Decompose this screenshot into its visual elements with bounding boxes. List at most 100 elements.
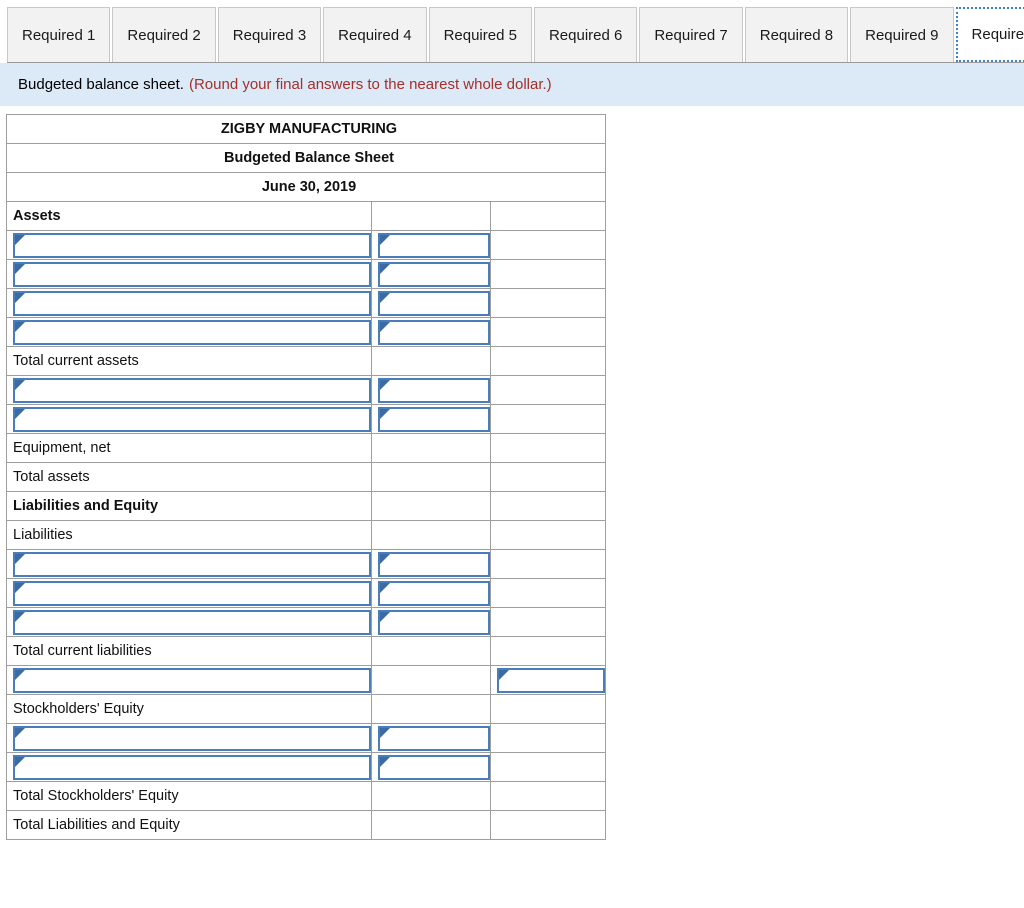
amount-input-cell-col2[interactable] <box>371 230 491 260</box>
account-name-input[interactable] <box>13 609 371 635</box>
amount-input-col2[interactable] <box>378 580 490 606</box>
instruction-rounding-note: (Round your final answers to the nearest… <box>188 76 552 93</box>
amount-input-col2[interactable] <box>378 551 490 577</box>
account-name-input[interactable] <box>13 290 371 316</box>
amount-cell-col3 <box>489 404 607 434</box>
amount-input-cell-col2[interactable] <box>371 317 491 347</box>
amount-input-col3[interactable] <box>497 667 606 693</box>
account-name-input-cell[interactable] <box>6 665 372 695</box>
triangle-marker-icon <box>380 263 390 274</box>
triangle-marker-icon <box>15 263 25 274</box>
account-name-input-cell[interactable] <box>6 288 372 318</box>
amount-input-col2[interactable] <box>378 261 490 287</box>
amount-input-cell-col2[interactable] <box>371 259 491 289</box>
tab-required-5[interactable]: Required 5 <box>428 7 532 62</box>
account-name-input[interactable] <box>13 725 371 751</box>
account-name-input-cell[interactable] <box>6 404 372 434</box>
tab-required-4[interactable]: Required 4 <box>323 7 427 62</box>
account-name-input[interactable] <box>13 261 371 287</box>
required-tabs: Required 1 Required 2 Required 3 Required 4… <box>7 7 1024 63</box>
tab-required-10[interactable]: Required 10 <box>955 7 1024 62</box>
statement-date-cell: June 30, 2019 <box>5 172 607 202</box>
table-row <box>6 375 607 405</box>
amount-cell-col3 <box>489 462 607 492</box>
table-row <box>6 230 607 260</box>
triangle-marker-icon <box>15 582 25 593</box>
account-name-input-cell[interactable] <box>6 259 372 289</box>
triangle-marker-icon <box>15 553 25 564</box>
account-name-input-cell[interactable] <box>6 723 372 753</box>
table-row <box>6 752 607 782</box>
amount-cell-col2 <box>371 462 491 492</box>
sheet-title-row-statement: Budgeted Balance Sheet <box>5 143 607 173</box>
amount-input-col2[interactable] <box>378 406 490 432</box>
triangle-marker-icon <box>15 669 25 680</box>
amount-cell-col2 <box>371 346 491 376</box>
tab-required-9[interactable]: Required 9 <box>850 7 954 62</box>
amount-cell-col3 <box>489 317 607 347</box>
table-row: Total current liabilities <box>6 636 607 666</box>
amount-input-col2[interactable] <box>378 725 490 751</box>
account-name-input-cell[interactable] <box>6 317 372 347</box>
tab-required-8[interactable]: Required 8 <box>744 7 849 62</box>
account-name-input[interactable] <box>13 377 371 403</box>
account-name-input-cell[interactable] <box>6 578 372 608</box>
amount-input-col2[interactable] <box>378 290 490 316</box>
amount-input-col2[interactable] <box>378 319 490 345</box>
row-label-cell: Total current assets <box>6 346 372 376</box>
amount-input-cell-col2[interactable] <box>371 404 491 434</box>
amount-input-cell-col2[interactable] <box>371 288 491 318</box>
amount-input-col2[interactable] <box>378 232 490 258</box>
account-name-input[interactable] <box>13 754 371 780</box>
account-name-input[interactable] <box>13 232 371 258</box>
amount-cell-col3 <box>489 520 607 550</box>
amount-input-col2[interactable] <box>378 377 490 403</box>
amount-input-cell-col2[interactable] <box>371 549 491 579</box>
amount-input-cell-col2[interactable] <box>371 375 491 405</box>
account-name-input[interactable] <box>13 406 371 432</box>
amount-input-cell-col2[interactable] <box>371 723 491 753</box>
amount-cell-col3 <box>489 259 607 289</box>
row-label-cell: Total Stockholders' Equity <box>6 781 372 811</box>
tab-required-7[interactable]: Required 7 <box>639 7 743 62</box>
account-name-input-cell[interactable] <box>6 375 372 405</box>
triangle-marker-icon <box>380 379 390 390</box>
amount-input-cell-col3[interactable] <box>489 665 607 695</box>
tab-label: Required 3 <box>232 26 307 44</box>
triangle-marker-icon <box>15 321 25 332</box>
tab-required-2[interactable]: Required 2 <box>112 7 216 62</box>
amount-cell-col3 <box>489 201 607 231</box>
tab-required-6[interactable]: Required 6 <box>533 7 638 62</box>
amount-cell-col3 <box>489 694 607 724</box>
account-name-input[interactable] <box>13 551 371 577</box>
row-label-cell: Total assets <box>6 462 372 492</box>
account-name-input[interactable] <box>13 319 371 345</box>
account-name-input[interactable] <box>13 580 371 606</box>
account-name-input[interactable] <box>13 667 371 693</box>
instruction-bar: Budgeted balance sheet. (Round your fina… <box>0 63 1024 106</box>
tab-required-3[interactable]: Required 3 <box>217 7 322 62</box>
amount-input-col2[interactable] <box>378 609 490 635</box>
amount-cell-col3 <box>489 578 607 608</box>
table-row: Total current assets <box>6 346 607 376</box>
row-label-cell: Total Liabilities and Equity <box>6 810 372 840</box>
amount-input-col2[interactable] <box>378 754 490 780</box>
tab-label: Required 1 <box>22 26 96 44</box>
budgeted-balance-sheet-table: ZIGBY MANUFACTURING Budgeted Balance She… <box>5 114 607 840</box>
triangle-marker-icon <box>15 756 25 767</box>
amount-input-cell-col2[interactable] <box>371 607 491 637</box>
row-label-cell: Liabilities <box>6 520 372 550</box>
account-name-input-cell[interactable] <box>6 607 372 637</box>
tab-required-1[interactable]: Required 1 <box>7 7 111 62</box>
amount-cell-col2 <box>371 694 491 724</box>
amount-input-cell-col2[interactable] <box>371 752 491 782</box>
amount-cell-col3 <box>489 375 607 405</box>
amount-input-cell-col2[interactable] <box>371 578 491 608</box>
tab-label: Required 9 <box>865 26 939 44</box>
account-name-input-cell[interactable] <box>6 230 372 260</box>
triangle-marker-icon <box>15 408 25 419</box>
table-row <box>6 723 607 753</box>
account-name-input-cell[interactable] <box>6 549 372 579</box>
triangle-marker-icon <box>380 234 390 245</box>
account-name-input-cell[interactable] <box>6 752 372 782</box>
